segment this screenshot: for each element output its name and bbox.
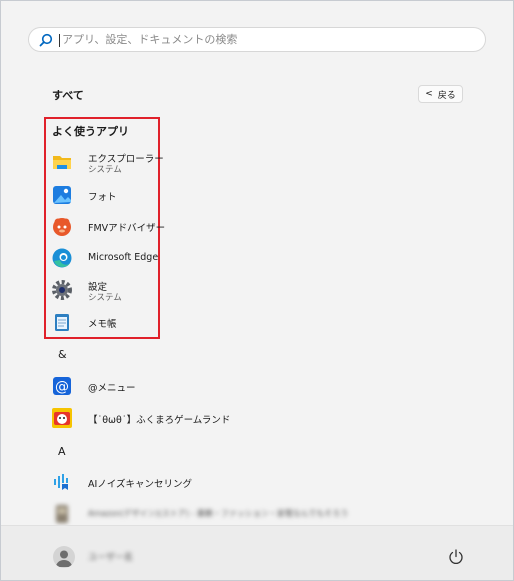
notepad-icon — [55, 314, 69, 331]
search-input[interactable] — [62, 31, 462, 48]
app-name: FMVアドバイザー — [88, 223, 166, 234]
group-letter[interactable]: A — [58, 445, 66, 458]
photos-icon — [53, 186, 71, 204]
app-subtitle: システム — [88, 293, 122, 303]
app-item-explorer[interactable]: エクスプローラー システム — [51, 149, 471, 177]
app-item-photos[interactable]: フォト — [51, 182, 471, 210]
app-item-ai-noise-cancelling[interactable]: AIノイズキャンセリング — [51, 469, 471, 497]
app-name: Amazon(デザイン)(ストア) - 書籍・ファッション・家電なんでもそろう — [88, 509, 349, 518]
amazon-icon — [56, 505, 68, 523]
app-subtitle: システム — [88, 165, 122, 175]
search-icon — [39, 33, 53, 47]
app-item-fmv-advisor[interactable]: FMVアドバイザー — [51, 213, 471, 241]
page-title: すべて — [52, 89, 84, 102]
at-menu-icon: @ — [53, 377, 71, 395]
group-letter[interactable]: & — [58, 348, 67, 361]
frequent-apps-heading: よく使うアプリ — [52, 125, 129, 138]
gear-icon — [52, 280, 72, 300]
text-caret — [59, 34, 60, 47]
back-button[interactable]: < 戻る — [418, 85, 463, 103]
app-item-fukumaro-game[interactable]: 【˙θωθ˙】ふくまろゲームランド — [51, 405, 471, 433]
user-icon — [56, 550, 72, 567]
power-icon[interactable] — [447, 548, 465, 566]
app-item-settings[interactable]: 設定 システム — [51, 277, 471, 305]
app-item-notepad[interactable]: メモ帳 — [51, 309, 471, 337]
app-name: 【˙θωθ˙】ふくまろゲームランド — [88, 415, 231, 426]
app-name: Microsoft Edge — [88, 252, 159, 263]
back-button-label: 戻る — [437, 90, 456, 101]
avatar[interactable] — [53, 546, 75, 568]
app-name: フォト — [88, 192, 117, 203]
app-name: メモ帳 — [88, 319, 117, 330]
start-menu-all-apps: すべて < 戻る よく使うアプリ エクスプローラー システム フォト — [0, 0, 514, 581]
chevron-left-icon: < — [425, 89, 433, 99]
fmv-advisor-icon — [53, 218, 71, 236]
app-name: AIノイズキャンセリング — [88, 479, 193, 490]
folder-icon — [53, 156, 71, 169]
app-item-edge[interactable]: Microsoft Edge — [51, 245, 471, 273]
ai-noise-icon — [54, 474, 68, 490]
svg-text:@: @ — [55, 379, 69, 395]
fukumaro-icon — [52, 408, 72, 428]
app-name: @メニュー — [88, 383, 136, 394]
app-item-at-menu[interactable]: @ @メニュー — [51, 373, 471, 401]
search-box[interactable] — [28, 27, 486, 52]
start-footer: ユーザー名 — [1, 525, 513, 580]
edge-icon — [52, 248, 72, 268]
username[interactable]: ユーザー名 — [88, 550, 133, 563]
